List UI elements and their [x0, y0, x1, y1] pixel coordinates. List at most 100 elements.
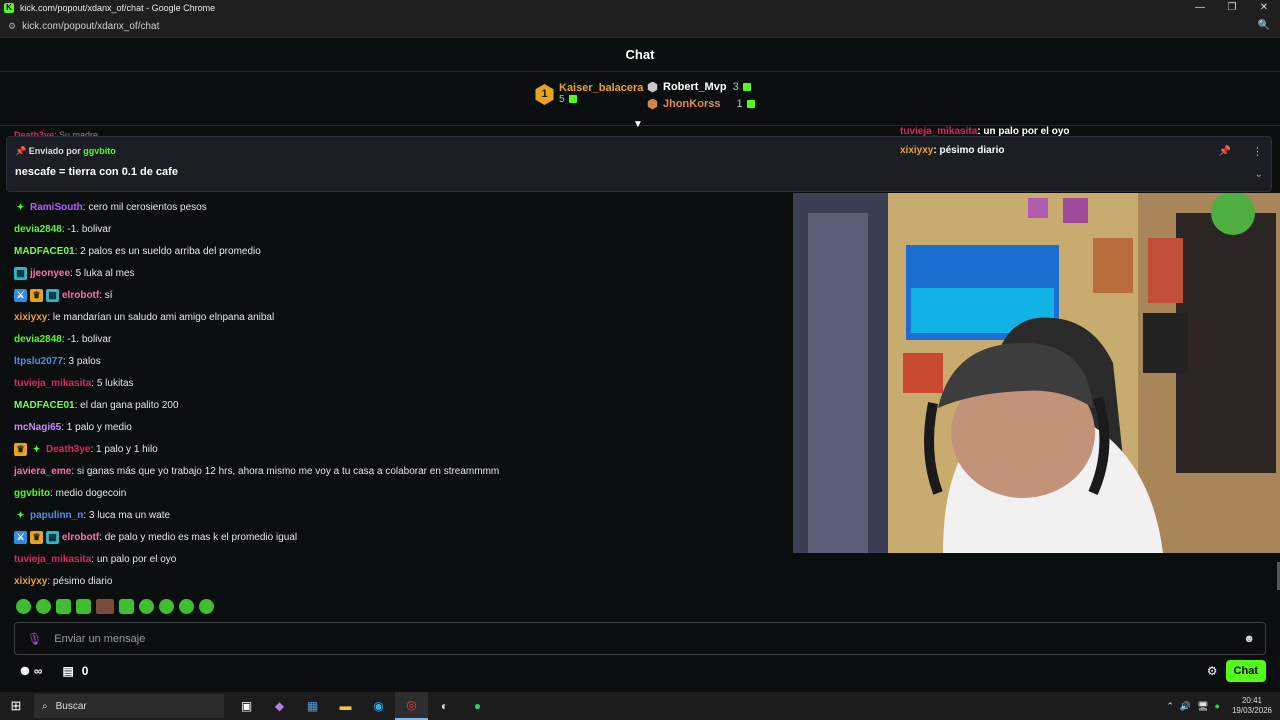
message-username[interactable]: devia2848	[14, 334, 62, 345]
emote-icon[interactable]	[199, 599, 214, 614]
leaderboard-third[interactable]: JhonKorss 1	[647, 98, 755, 110]
pinned-text: nescafe = tierra con 0.1 de cafe	[15, 166, 178, 178]
minimize-button[interactable]: —	[1184, 0, 1216, 16]
windows-start-icon[interactable]: ⊞	[0, 698, 32, 714]
message-text: : 3 palos	[62, 355, 101, 367]
emote-icon[interactable]	[179, 599, 194, 614]
vip-badge-icon[interactable]: ♛	[30, 530, 43, 544]
volume-icon[interactable]: 🔊	[1180, 701, 1191, 712]
message-username[interactable]: javiera_eme	[14, 466, 71, 477]
task-view-icon[interactable]: ▣	[230, 692, 263, 720]
chrome-icon[interactable]: ◎	[395, 692, 428, 720]
message-username[interactable]: Death3ye	[46, 444, 90, 455]
message-username[interactable]: devia2848	[14, 224, 62, 235]
system-tray: ⌃ 🔊 🖥 ● 20:41 19/03/2026	[1166, 692, 1272, 720]
message-text: : 1 palo y 1 hilo	[90, 443, 158, 455]
message-username[interactable]: MADFACE01	[14, 246, 75, 257]
vip-badge-icon[interactable]: ♛	[14, 442, 27, 456]
restore-button[interactable]: ❐	[1216, 0, 1248, 16]
emote-icon[interactable]	[56, 599, 71, 614]
taskbar-search[interactable]: ⌕ Buscar	[34, 694, 224, 718]
message-input[interactable]	[54, 632, 1244, 645]
message-text: : medio dogecoin	[50, 487, 127, 499]
emote-icon[interactable]	[159, 599, 174, 614]
message-username[interactable]: tuvieja_mikasita	[14, 378, 91, 389]
search-icon: ⌕	[42, 700, 48, 712]
stream-video[interactable]	[793, 193, 1280, 553]
send-chat-button[interactable]: Chat	[1225, 660, 1266, 682]
message-username[interactable]: jjeonyee	[30, 268, 70, 279]
store-icon[interactable]: ▦	[296, 692, 329, 720]
emote-icon[interactable]	[139, 599, 154, 614]
collapse-leaderboard-icon[interactable]: ▼	[633, 119, 643, 130]
message-username[interactable]: RamiSouth	[30, 202, 83, 213]
subscriber-badge-icon[interactable]: ✦	[14, 509, 27, 522]
emote-icon[interactable]	[16, 599, 31, 614]
message-text: : 5 luka al mes	[70, 267, 135, 279]
close-button[interactable]: ✕	[1248, 0, 1280, 16]
microphone-icon[interactable]: 🎙	[27, 632, 42, 646]
taskbar-clock[interactable]: 20:41 19/03/2026	[1232, 696, 1272, 716]
moderator-badge-icon[interactable]: ⚔	[14, 288, 27, 302]
chat-message: devia2848: -1. bolivar	[14, 218, 784, 240]
chat-input-box[interactable]: 🎙 ☻	[14, 622, 1266, 655]
tray-chevron-icon[interactable]: ⌃	[1166, 701, 1174, 712]
pinned-by-label: Enviado por	[28, 146, 81, 156]
chat-header: Chat	[0, 38, 1280, 72]
file-explorer-icon[interactable]: ▬	[329, 692, 362, 720]
emote-icon[interactable]	[119, 599, 134, 614]
edge-icon[interactable]: ◉	[362, 692, 395, 720]
gift-badge-icon[interactable]: ▦	[46, 288, 59, 302]
gift-badge-icon[interactable]: ▦	[14, 266, 27, 280]
chat-message: tuvieja_mikasita: 5 lukitas	[14, 372, 784, 394]
message-username[interactable]: xixiyxy	[14, 576, 47, 587]
chevron-down-icon[interactable]: ⌄	[1255, 169, 1263, 180]
points-icon[interactable]: ⚉	[20, 665, 30, 678]
unpin-icon[interactable]: 📌	[1219, 146, 1231, 157]
address-bar[interactable]: ⚙ kick.com/popout/xdanx_of/chat 🔍	[0, 16, 1280, 38]
url-text[interactable]: kick.com/popout/xdanx_of/chat	[22, 21, 159, 32]
leaderboard-second[interactable]: Robert_Mvp 3	[647, 81, 751, 93]
chat-message: ✦ RamiSouth: cero mil cerosientos pesos	[14, 196, 784, 218]
emote-icon[interactable]	[36, 599, 51, 614]
chat-message: ▦ jjeonyee: 5 luka al mes	[14, 262, 784, 284]
message-username[interactable]: tuvieja_mikasita	[14, 554, 91, 565]
emoji-icon[interactable]: ☻	[1243, 633, 1255, 645]
message-username[interactable]: ltpslu2077	[14, 356, 63, 367]
message-username[interactable]: elrobotf	[62, 532, 99, 543]
message-username[interactable]: elrobotf	[62, 290, 99, 301]
obs-icon[interactable]: ◐	[428, 692, 461, 720]
message-username[interactable]: MADFACE01	[14, 400, 75, 411]
gift-badge-icon[interactable]: ▦	[46, 530, 59, 544]
silver-rank-icon	[647, 81, 658, 93]
overlay-text: : pésimo diario	[933, 145, 1005, 156]
zoom-icon[interactable]: 🔍	[1258, 20, 1270, 31]
gift-box-icon[interactable]: ▤	[62, 664, 73, 678]
spotify-icon[interactable]: ●	[461, 692, 494, 720]
message-username[interactable]: xixiyxy	[14, 312, 47, 323]
subscriber-badge-icon[interactable]: ✦	[30, 443, 43, 456]
clock-date: 19/03/2026	[1231, 706, 1272, 715]
copilot-icon[interactable]: ◆	[263, 692, 296, 720]
emote-icon[interactable]	[76, 599, 91, 614]
gift-leaderboard: 1 Kaiser_balacera 5 Robert_Mvp 3 JhonKor…	[0, 72, 1280, 130]
emote-icon[interactable]	[96, 599, 114, 614]
clock-time: 20:41	[1241, 696, 1262, 705]
vip-badge-icon[interactable]: ♛	[30, 288, 43, 302]
more-options-icon[interactable]: ⋮	[1252, 145, 1263, 158]
leaderboard-third-count: 1	[736, 98, 743, 110]
message-username[interactable]: mcNagi65	[14, 422, 61, 433]
message-username[interactable]: papulinn_n	[30, 510, 83, 521]
chat-message: ♛ ✦ Death3ye: 1 palo y 1 hilo	[14, 438, 784, 460]
pinned-message[interactable]: 📌 Enviado por ggvbito nescafe = tierra c…	[6, 136, 1272, 192]
moderator-badge-icon[interactable]: ⚔	[14, 530, 27, 544]
pinned-by-user[interactable]: ggvbito	[83, 146, 116, 156]
leaderboard-first[interactable]: 1 Kaiser_balacera 5	[534, 82, 643, 105]
tray-app-icon[interactable]: ●	[1215, 701, 1220, 711]
network-icon[interactable]: 🖥	[1197, 701, 1208, 712]
message-username[interactable]: ggvbito	[14, 488, 50, 499]
site-settings-icon[interactable]: ⚙	[8, 21, 16, 32]
settings-gear-icon[interactable]: ⚙	[1207, 664, 1218, 678]
leaderboard-third-name: JhonKorss	[663, 98, 721, 110]
subscriber-badge-icon[interactable]: ✦	[14, 201, 27, 214]
